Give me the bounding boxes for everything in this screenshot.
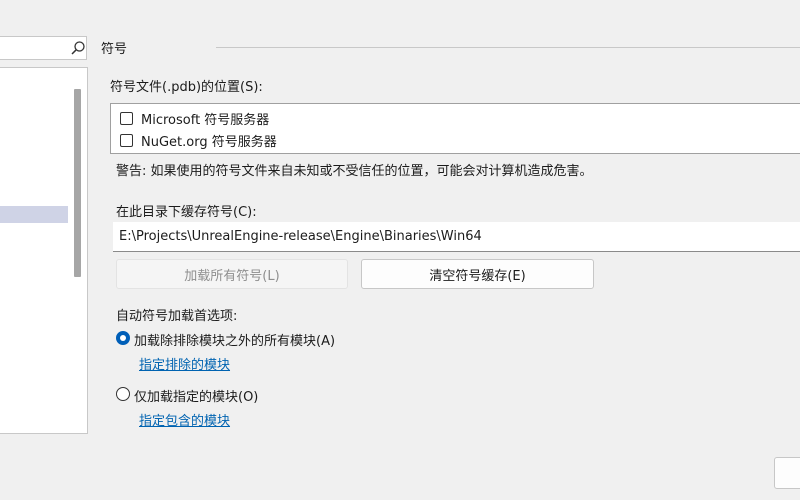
microsoft-server-label: Microsoft 符号服务器	[141, 112, 270, 128]
cache-directory-label: 在此目录下缓存符号(C):	[116, 205, 257, 220]
nuget-server-label: NuGet.org 符号服务器	[141, 134, 277, 150]
auto-load-label: 自动符号加载首选项:	[116, 309, 238, 324]
nuget-server-checkbox[interactable]	[120, 133, 133, 147]
cache-directory-input[interactable]	[113, 222, 800, 252]
load-only-specified-radio[interactable]	[116, 387, 130, 401]
section-title: 符号	[101, 42, 128, 57]
symbol-locations-label: 符号文件(.pdb)的位置(S):	[110, 80, 263, 95]
clear-symbol-cache-button[interactable]: 清空符号缓存(E)	[361, 259, 594, 289]
tree-scrollbar-thumb[interactable]	[74, 89, 81, 277]
tree-selected-item[interactable]	[0, 206, 68, 223]
symbol-server-list[interactable]: Microsoft 符号服务器 NuGet.org 符号服务器	[110, 103, 800, 154]
load-all-except-excluded-label: 加载除排除模块之外的所有模块(A)	[134, 334, 336, 349]
microsoft-server-checkbox[interactable]	[120, 111, 133, 125]
search-icon[interactable]	[70, 40, 86, 56]
dialog-ok-button[interactable]	[774, 457, 800, 489]
section-divider	[216, 47, 800, 48]
load-all-symbols-button[interactable]: 加载所有符号(L)	[116, 259, 348, 289]
specify-excluded-modules-link[interactable]: 指定排除的模块	[139, 354, 230, 373]
list-item[interactable]: Microsoft 符号服务器	[111, 107, 800, 129]
load-only-specified-label: 仅加载指定的模块(O)	[134, 390, 259, 405]
load-all-except-excluded-radio[interactable]	[116, 331, 130, 345]
security-warning: 警告: 如果使用的符号文件来自未知或不受信任的位置，可能会对计算机造成危害。	[116, 164, 593, 179]
list-item[interactable]: NuGet.org 符号服务器	[111, 129, 800, 151]
specify-included-modules-link[interactable]: 指定包含的模块	[139, 410, 230, 429]
